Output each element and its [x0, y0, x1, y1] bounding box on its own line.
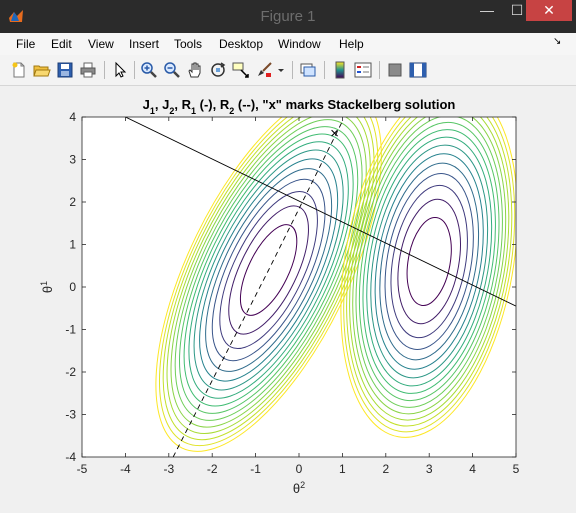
menu-window[interactable]: Window [278, 37, 321, 51]
menu-bar: File Edit View Insert Tools Desktop Wind… [0, 33, 576, 55]
menu-desktop[interactable]: Desktop [219, 37, 263, 51]
data-cursor-icon[interactable] [232, 61, 250, 79]
new-figure-icon[interactable] [10, 61, 28, 79]
zoom-out-icon[interactable] [163, 61, 181, 79]
link-plot-icon[interactable] [299, 61, 317, 79]
brush-icon[interactable] [255, 61, 273, 79]
figure-window: Figure 1 — ☐ ✕ File Edit View Insert Too… [0, 0, 576, 513]
x-tick-label: 1 [339, 462, 346, 476]
toolbar-separator [292, 61, 293, 79]
chart-title: J1, J2, R1 (-), R2 (--), "x" marks Stack… [143, 97, 456, 116]
x-tick-label: 5 [513, 462, 520, 476]
toolbar-separator [134, 61, 135, 79]
menu-file[interactable]: File [16, 37, 35, 51]
rotate-3d-icon[interactable] [209, 61, 227, 79]
x-tick-label: 3 [426, 462, 433, 476]
toolbar [0, 55, 576, 86]
x-tick-label: 4 [469, 462, 476, 476]
figure-canvas: -5 -4 -3 -2 -1 0 1 2 3 4 5 -4 -3 -2 -1 0 1 2 3 4 J1, J2, R… [8, 86, 568, 506]
x-tick-label: -5 [77, 462, 88, 476]
toolbar-separator [324, 61, 325, 79]
y-tick-label: 3 [69, 153, 76, 167]
zoom-in-icon[interactable] [140, 61, 158, 79]
y-tick-label: 4 [69, 110, 76, 124]
save-icon[interactable] [56, 61, 74, 79]
brush-dropdown-icon[interactable] [276, 61, 286, 79]
hide-plot-tools-icon[interactable] [386, 61, 404, 79]
open-file-icon[interactable] [33, 61, 51, 79]
y-tick-label: 2 [69, 195, 76, 209]
y-tick-label: -3 [65, 408, 76, 422]
print-icon[interactable] [79, 61, 97, 79]
y-tick-label: 1 [69, 238, 76, 252]
y-tick-label: 0 [69, 280, 76, 294]
x-tick-label: -4 [120, 462, 131, 476]
y-tick-label: -4 [65, 450, 76, 464]
menu-help[interactable]: Help [339, 37, 364, 51]
y-axis-label: θ1 [39, 281, 55, 293]
toolbar-separator [104, 61, 105, 79]
show-plot-tools-icon[interactable] [409, 61, 427, 79]
toolbar-separator [379, 61, 380, 79]
x-tick-label: -3 [163, 462, 174, 476]
colorbar-icon[interactable] [331, 61, 349, 79]
minimize-button[interactable]: — [472, 0, 502, 21]
menu-tools[interactable]: Tools [174, 37, 202, 51]
y-tick-label: -1 [65, 323, 76, 337]
dock-arrow-icon[interactable]: ↘ [553, 36, 561, 47]
pointer-icon[interactable] [111, 61, 129, 79]
x-tick-label: 2 [382, 462, 389, 476]
close-button[interactable]: ✕ [526, 0, 572, 21]
menu-insert[interactable]: Insert [129, 37, 159, 51]
x-tick-label: -1 [250, 462, 261, 476]
y-tick-label: -2 [65, 365, 76, 379]
legend-icon[interactable] [354, 61, 372, 79]
menu-view[interactable]: View [88, 37, 114, 51]
x-tick-label: -2 [207, 462, 218, 476]
menu-edit[interactable]: Edit [51, 37, 72, 51]
title-bar[interactable]: Figure 1 — ☐ ✕ [0, 0, 576, 33]
x-tick-label: 0 [296, 462, 303, 476]
contour-chart[interactable]: -5 -4 -3 -2 -1 0 1 2 3 4 5 -4-3-2-101234 J1, J2, R… [8, 86, 568, 506]
x-axis-label: θ2 [293, 480, 305, 496]
pan-icon[interactable] [186, 61, 204, 79]
